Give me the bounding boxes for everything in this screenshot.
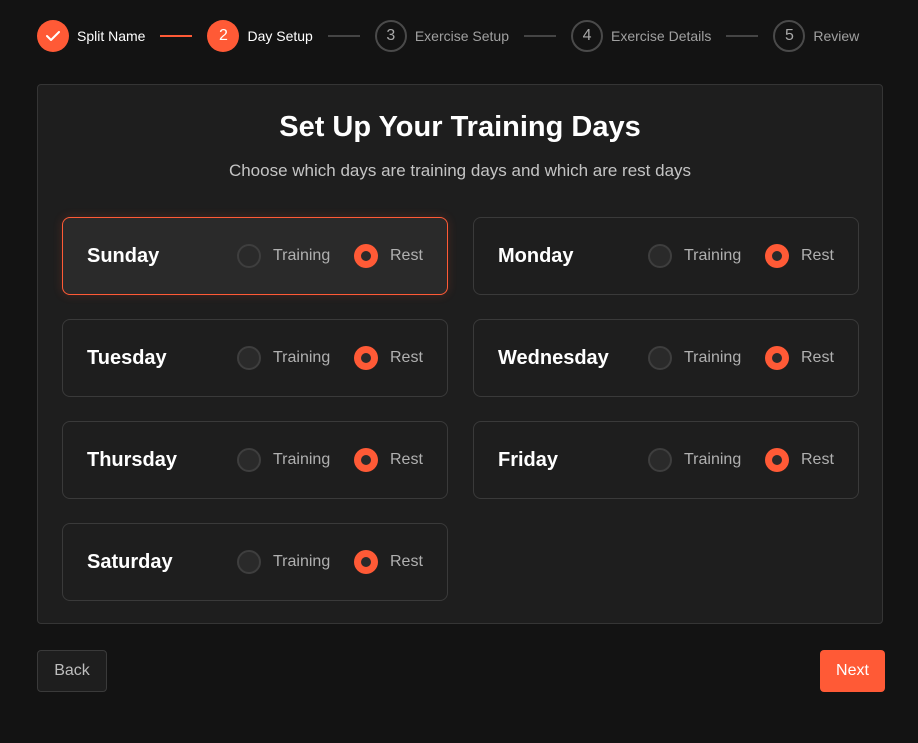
rest-radio[interactable] (765, 346, 789, 370)
step-exercise-setup: 3 Exercise Setup (374, 20, 510, 52)
rest-option[interactable]: Rest (354, 422, 423, 498)
training-radio[interactable] (237, 346, 261, 370)
day-card-saturday[interactable]: Saturday Training Rest (62, 523, 448, 601)
rest-label: Rest (801, 247, 834, 264)
progress-stepper: Split Name 2 Day Setup 3 Exercise Setup … (37, 20, 885, 52)
training-radio[interactable] (237, 244, 261, 268)
training-label: Training (273, 553, 331, 570)
training-label: Training (684, 349, 742, 366)
rest-option[interactable]: Rest (354, 320, 423, 396)
training-radio[interactable] (648, 448, 672, 472)
training-radio[interactable] (237, 550, 261, 574)
page-subtitle: Choose which days are training days and … (228, 161, 692, 180)
training-option[interactable]: Training (237, 524, 330, 600)
step-label: Exercise Details (611, 28, 712, 44)
rest-label: Rest (390, 451, 423, 468)
step-connector (327, 35, 360, 37)
step-number: 2 (207, 20, 240, 52)
day-card-sunday[interactable]: Sunday Training Rest (62, 217, 448, 295)
day-card-friday[interactable]: Friday Training Rest (473, 421, 859, 499)
step-split-name: Split Name (37, 20, 145, 52)
page-title: Set Up Your Training Days (279, 111, 641, 143)
step-number: 4 (571, 20, 604, 52)
rest-option[interactable]: Rest (354, 524, 423, 600)
training-option[interactable]: Training (237, 320, 330, 396)
rest-radio[interactable] (354, 244, 378, 268)
rest-option[interactable]: Rest (765, 320, 834, 396)
day-card-tuesday[interactable]: Tuesday Training Rest (62, 319, 448, 397)
day-card-monday[interactable]: Monday Training Rest (473, 217, 859, 295)
step-label: Exercise Setup (414, 28, 510, 44)
rest-radio[interactable] (354, 448, 378, 472)
back-button[interactable]: Back (37, 650, 107, 692)
training-label: Training (684, 451, 742, 468)
day-name: Friday (498, 449, 559, 471)
rest-radio[interactable] (765, 244, 789, 268)
rest-option[interactable]: Rest (765, 218, 834, 294)
day-name: Sunday (87, 245, 160, 267)
step-connector (524, 35, 557, 37)
step-review: 5 Review (773, 20, 859, 52)
step-connector (726, 35, 759, 37)
rest-label: Rest (801, 349, 834, 366)
checkmark-icon (37, 20, 69, 52)
rest-label: Rest (390, 553, 423, 570)
step-connector (160, 35, 193, 37)
training-label: Training (273, 247, 331, 264)
training-radio[interactable] (237, 448, 261, 472)
training-option[interactable]: Training (237, 422, 330, 498)
training-option[interactable]: Training (648, 320, 741, 396)
step-label: Review (813, 28, 860, 44)
day-name: Wednesday (498, 347, 609, 369)
step-exercise-details: 4 Exercise Details (571, 20, 711, 52)
rest-label: Rest (390, 349, 423, 366)
training-radio[interactable] (648, 346, 672, 370)
day-name: Monday (498, 245, 574, 267)
step-label: Day Setup (247, 28, 313, 44)
step-day-setup: 2 Day Setup (207, 20, 313, 52)
rest-option[interactable]: Rest (354, 218, 423, 294)
training-label: Training (684, 247, 742, 264)
training-option[interactable]: Training (648, 422, 741, 498)
training-radio[interactable] (648, 244, 672, 268)
next-button[interactable]: Next (820, 650, 885, 692)
day-card-wednesday[interactable]: Wednesday Training Rest (473, 319, 859, 397)
training-option[interactable]: Training (237, 218, 330, 294)
training-option[interactable]: Training (648, 218, 741, 294)
day-name: Thursday (87, 449, 178, 471)
rest-label: Rest (390, 247, 423, 264)
step-label: Split Name (77, 28, 146, 44)
day-card-thursday[interactable]: Thursday Training Rest (62, 421, 448, 499)
rest-radio[interactable] (354, 550, 378, 574)
step-number: 5 (773, 20, 806, 52)
rest-radio[interactable] (765, 448, 789, 472)
rest-label: Rest (801, 451, 834, 468)
day-name: Tuesday (87, 347, 167, 369)
day-name: Saturday (87, 551, 173, 573)
rest-option[interactable]: Rest (765, 422, 834, 498)
training-label: Training (273, 349, 331, 366)
step-number: 3 (374, 20, 407, 52)
rest-radio[interactable] (354, 346, 378, 370)
training-label: Training (273, 451, 331, 468)
day-setup-panel: Set Up Your Training Days Choose which d… (37, 84, 883, 624)
